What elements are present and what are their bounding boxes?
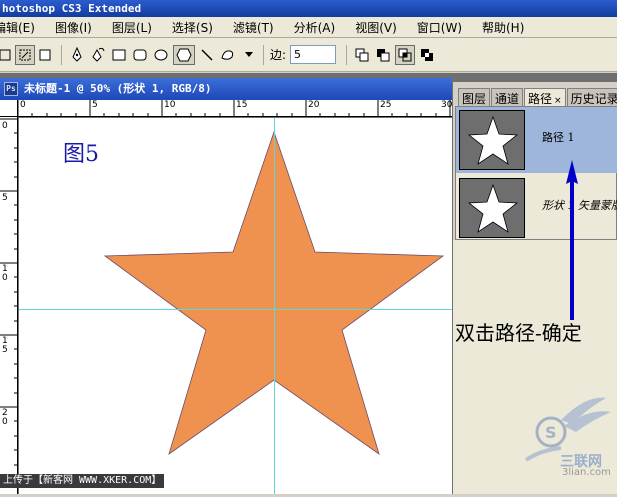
ruler-label: 0 [2, 121, 8, 131]
paths-mode-icon[interactable] [15, 44, 35, 65]
ruler-label: 5 [92, 100, 98, 110]
menu-filter[interactable]: 滤镜(T) [233, 19, 274, 36]
tab-paths[interactable]: 路径 × [524, 88, 566, 106]
tab-paths-label: 路径 [528, 92, 553, 106]
geometry-options-icon[interactable] [244, 45, 254, 65]
menu-image[interactable]: 图像(I) [55, 19, 92, 36]
document-title: 未标题-1 @ 50% (形状 1, RGB/8) [24, 82, 212, 95]
vertical-ruler[interactable]: 0 5 1 0 1 5 2 0 [0, 117, 18, 494]
ruler-label: 2 0 [2, 408, 8, 427]
sides-input[interactable]: 5 [290, 45, 337, 64]
ruler-label: 30 [441, 100, 453, 110]
path-row[interactable]: 形状 1 矢量蒙版 [456, 175, 617, 241]
document-canvas[interactable]: 图5 [19, 118, 452, 494]
svg-text:S: S [545, 423, 557, 442]
ellipse-tool-icon[interactable] [152, 45, 170, 65]
path-name: 形状 1 矢量蒙版 [542, 199, 617, 212]
polygon-tool-icon[interactable] [173, 44, 195, 65]
line-tool-icon[interactable] [198, 45, 216, 65]
separator [346, 44, 348, 65]
path-thumbnail [459, 110, 525, 170]
upload-credit: 上传于【新客网 WWW.XKER.COM】 [0, 474, 165, 488]
ruler-corner[interactable] [0, 100, 18, 117]
ruler-label: 0 [20, 100, 26, 110]
exclude-path-area-icon[interactable] [418, 45, 436, 65]
horizontal-guide[interactable] [19, 309, 452, 310]
freeform-pen-icon[interactable] [89, 45, 107, 65]
vertical-ruler-ticks [0, 118, 18, 480]
menu-edit[interactable]: 编辑(E) [0, 19, 35, 36]
intersect-path-area-icon[interactable] [395, 44, 416, 65]
menu-help[interactable]: 帮助(H) [482, 19, 524, 36]
tab-layers[interactable]: 图层 [458, 88, 491, 106]
menu-window[interactable]: 窗口(W) [417, 19, 462, 36]
ruler-label: 25 [380, 100, 392, 110]
ruler-label: 10 [164, 100, 176, 110]
path-row-selected[interactable]: 路径 1 [456, 107, 617, 173]
menu-bar: 编辑(E) 图像(I) 图层(L) 选择(S) 滤镜(T) 分析(A) 视图(V… [0, 17, 617, 38]
fill-pixels-icon[interactable] [38, 45, 52, 65]
document-title-bar[interactable]: Ps 未标题-1 @ 50% (形状 1, RGB/8) [0, 78, 452, 100]
rectangle-tool-icon[interactable] [110, 45, 128, 65]
app-title-bar: hotoshop CS3 Extended [0, 0, 617, 17]
separator [263, 44, 264, 65]
star-shape[interactable] [19, 118, 452, 494]
vertical-guide[interactable] [274, 118, 275, 494]
menu-view[interactable]: 视图(V) [355, 19, 397, 36]
menu-select[interactable]: 选择(S) [172, 19, 213, 36]
annotation-text: 双击路径-确定 [455, 321, 582, 345]
separator [61, 44, 62, 65]
horizontal-ruler[interactable]: 0 5 10 15 20 25 30 [17, 100, 453, 117]
close-icon[interactable]: × [554, 96, 562, 106]
app-title: hotoshop CS3 Extended [2, 2, 142, 15]
subtract-path-area-icon[interactable] [374, 45, 392, 65]
ruler-label: 1 5 [2, 336, 8, 355]
photoshop-doc-icon: Ps [4, 82, 18, 96]
ruler-label: 15 [236, 100, 248, 110]
custom-shape-tool-icon[interactable] [219, 45, 241, 65]
vector-mask-thumbnail [459, 178, 525, 238]
panel-tabs: 图层 通道 路径 × 历史记录 [453, 88, 617, 106]
menu-layer[interactable]: 图层(L) [112, 19, 152, 36]
sides-label: 边: [270, 48, 287, 62]
ruler-label: 20 [308, 100, 320, 110]
path-list: 路径 1 形状 1 矢量蒙版 [455, 106, 617, 240]
options-bar: 边: 5 [0, 38, 617, 72]
menu-analysis[interactable]: 分析(A) [294, 19, 336, 36]
rounded-rect-tool-icon[interactable] [131, 45, 149, 65]
tab-history[interactable]: 历史记录 [566, 88, 617, 106]
ruler-label: 1 0 [2, 264, 8, 283]
add-to-path-area-icon[interactable] [353, 45, 371, 65]
pen-tool-icon[interactable] [68, 45, 86, 65]
shape-layers-icon[interactable] [0, 45, 12, 65]
watermark-url: 3lian.com [562, 467, 611, 478]
tab-channels[interactable]: 通道 [491, 88, 524, 106]
ruler-label: 5 [2, 193, 8, 203]
annotation-arrow-icon [566, 160, 578, 320]
path-name: 路径 1 [542, 131, 575, 144]
